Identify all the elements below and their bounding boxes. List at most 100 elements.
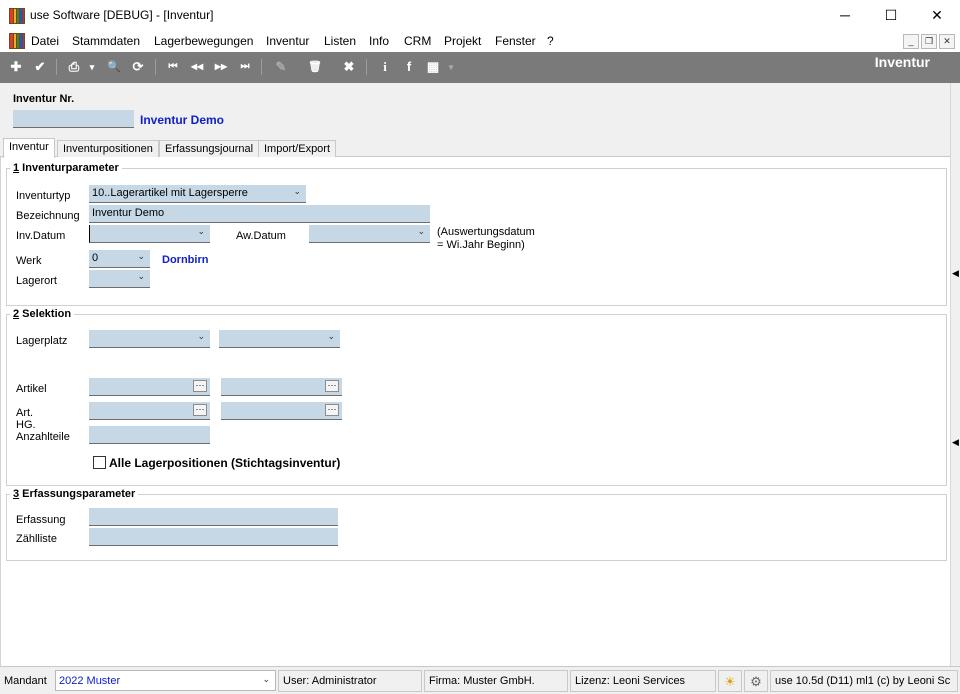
menu-lagerbewegungen[interactable]: Lagerbewegungen (154, 34, 253, 48)
inventur-nr-input[interactable] (13, 110, 134, 128)
inv-datum-picker[interactable]: ⌄ (89, 225, 210, 243)
zaehlliste-input[interactable] (89, 528, 338, 546)
splitter-left-arrow-icon[interactable]: ◀ (952, 437, 959, 448)
chevron-down-icon: ⌄ (197, 226, 205, 236)
anzahlteile-input[interactable] (89, 426, 210, 444)
menu-stammdaten[interactable]: Stammdaten (72, 34, 140, 48)
chevron-down-icon: ⌄ (137, 251, 145, 261)
menu-inventur[interactable]: Inventur (266, 34, 309, 48)
delete-trash-icon[interactable]: 🗑 (306, 58, 324, 76)
print-dropdown-icon[interactable]: ▾ (87, 58, 97, 76)
lagerplatz-to-select[interactable]: ⌄ (219, 330, 340, 348)
grid-dropdown-icon[interactable]: ▾ (446, 58, 456, 76)
mandant-label: Mandant (4, 675, 47, 687)
menu-info[interactable]: Info (369, 34, 389, 48)
inventurtyp-value: 10..Lagerartikel mit Lagersperre (92, 187, 248, 199)
last-record-icon[interactable]: ⏭ (236, 58, 254, 76)
lagerplatz-label: Lagerplatz (16, 335, 68, 347)
aw-datum-note: = Wi.Jahr Beginn) (437, 239, 525, 251)
inventurtyp-select[interactable]: 10..Lagerartikel mit Lagersperre ⌄ (89, 185, 306, 203)
new-record-icon[interactable]: ✚ (7, 58, 25, 76)
chevron-down-icon: ⌄ (417, 226, 425, 236)
save-check-icon[interactable]: ✔ (31, 58, 49, 76)
status-lizenz: Lizenz: Leoni Services (570, 670, 716, 692)
ellipsis-lookup-icon[interactable]: ··· (325, 404, 339, 416)
previous-record-icon[interactable]: ◀◀ (188, 58, 206, 76)
inventur-name: Inventur Demo (140, 113, 225, 127)
artikel-from-input[interactable]: ··· (89, 378, 210, 396)
art-hg-label: HG. (16, 419, 36, 431)
werk-value: 0 (92, 252, 99, 264)
app-menu-icon[interactable] (9, 33, 25, 49)
zaehlliste-label: Zählliste (16, 533, 57, 545)
anzahlteile-label: Anzahlteile (16, 431, 70, 443)
window-title: use Software [DEBUG] - [Inventur] (30, 8, 214, 22)
grid-menu-icon[interactable]: ▦ (424, 58, 442, 76)
mandant-select[interactable]: 2022 Muster ⌄ (55, 670, 276, 691)
menu-listen[interactable]: Listen (324, 34, 356, 48)
close-window-button[interactable]: ✕ (914, 0, 960, 30)
tools-icon[interactable]: ⚙ (744, 670, 768, 692)
section-3-title: 3 Erfassungsparameter (10, 488, 139, 500)
tab-erfassungsjournal[interactable]: Erfassungsjournal (159, 140, 260, 157)
cancel-x-icon[interactable]: ✖ (340, 58, 358, 76)
chevron-down-icon: ⌄ (137, 271, 145, 281)
print-icon[interactable]: ⎙ (65, 58, 83, 76)
ellipsis-lookup-icon[interactable]: ··· (325, 380, 339, 392)
menu-projekt[interactable]: Projekt (444, 34, 481, 48)
alle-lagerpositionen-label[interactable]: Alle Lagerpositionen (Stichtagsinventur) (109, 456, 340, 470)
lagerort-label: Lagerort (16, 275, 57, 287)
aw-datum-picker[interactable]: ⌄ (309, 225, 430, 243)
section-1-title: 1 Inventurparameter (10, 162, 122, 174)
artikel-label: Artikel (16, 383, 47, 395)
toolbar-separator (155, 59, 156, 75)
status-user: User: Administrator (278, 670, 422, 692)
splitter-left-arrow-icon[interactable]: ◀ (952, 268, 959, 279)
art-hg-to-input[interactable]: ··· (221, 402, 342, 420)
tab-import-export[interactable]: Import/Export (258, 140, 337, 157)
tab-inventurpositionen[interactable]: Inventurpositionen (57, 140, 159, 157)
lagerort-select[interactable]: ⌄ (89, 270, 150, 288)
art-hg-label: Art. (16, 407, 34, 419)
first-record-icon[interactable]: ⏮ (164, 58, 182, 76)
maximize-window-button[interactable]: ☐ (868, 0, 914, 30)
tab-inventur[interactable]: Inventur (3, 138, 55, 158)
mdi-restore-button[interactable]: ❐ (921, 34, 937, 49)
section-2-title: 2 Selektion (10, 308, 75, 320)
mdi-minimize-button[interactable]: _ (903, 34, 919, 49)
status-version: use 10.5d (D11) ml1 (c) by Leoni Sc (770, 670, 958, 692)
ellipsis-lookup-icon[interactable]: ··· (193, 380, 207, 392)
right-splitter[interactable] (950, 83, 960, 666)
menu-datei[interactable]: Datei (31, 34, 59, 48)
sun-icon[interactable]: ☀ (718, 670, 742, 692)
refresh-icon[interactable]: ⟳ (129, 58, 147, 76)
menu-help[interactable]: ? (547, 34, 554, 48)
facebook-icon[interactable]: f (400, 58, 418, 76)
inventur-nr-label: Inventur Nr. (13, 93, 75, 105)
chevron-down-icon: ⌄ (262, 674, 270, 684)
artikel-to-input[interactable]: ··· (221, 378, 342, 396)
record-header (0, 83, 950, 139)
mandant-value: 2022 Muster (59, 675, 121, 687)
art-hg-from-input[interactable]: ··· (89, 402, 210, 420)
info-icon[interactable]: i (376, 58, 394, 76)
app-logo-icon (9, 8, 25, 24)
erfassung-input[interactable] (89, 508, 338, 526)
search-icon[interactable]: 🔍 (105, 58, 123, 76)
next-record-icon[interactable]: ▶▶ (212, 58, 230, 76)
section-title: Erfassungsparameter (19, 488, 136, 500)
alle-lagerpositionen-checkbox[interactable] (93, 456, 106, 469)
werk-select[interactable]: 0 ⌄ (89, 250, 150, 268)
form-title: Inventur (874, 54, 930, 70)
menu-crm[interactable]: CRM (404, 34, 431, 48)
toolbar-separator (56, 59, 57, 75)
menu-fenster[interactable]: Fenster (495, 34, 536, 48)
lagerplatz-from-select[interactable]: ⌄ (89, 330, 210, 348)
edit-pencil-icon[interactable]: ✎ (272, 58, 290, 76)
bezeichnung-label: Bezeichnung (16, 210, 80, 222)
werk-name: Dornbirn (162, 254, 209, 266)
ellipsis-lookup-icon[interactable]: ··· (193, 404, 207, 416)
mdi-close-button[interactable]: ✕ (939, 34, 955, 49)
bezeichnung-input[interactable]: Inventur Demo (89, 205, 430, 223)
minimize-window-button[interactable]: ─ (822, 0, 868, 30)
